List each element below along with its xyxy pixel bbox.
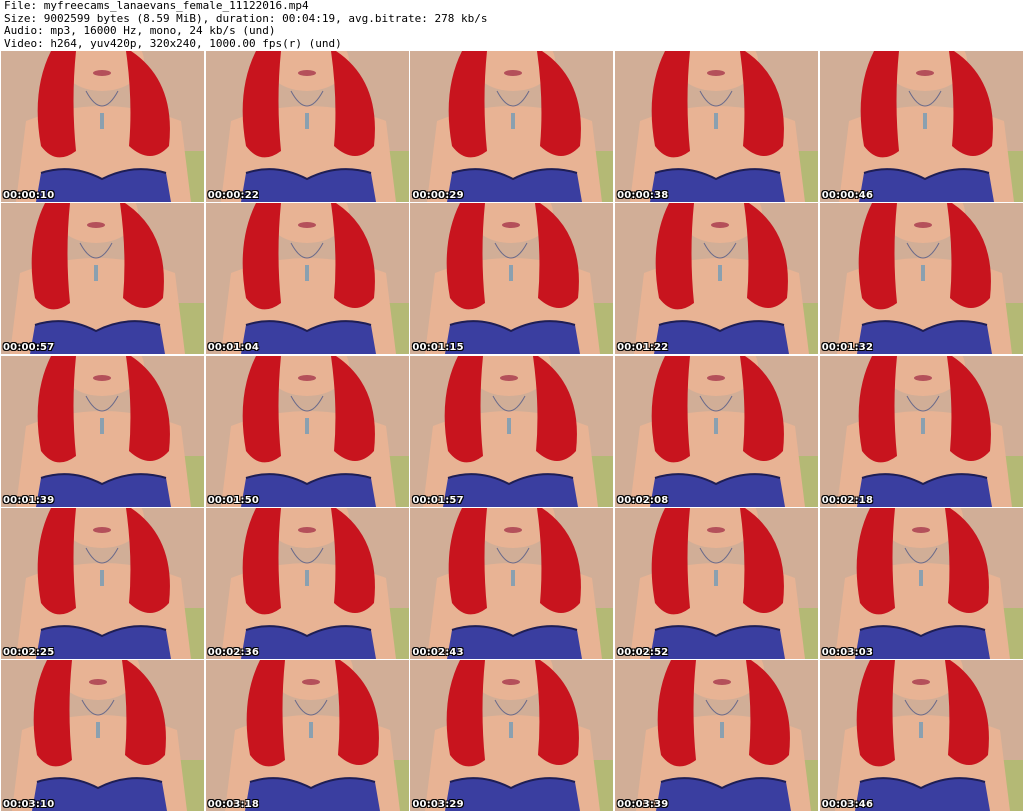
frame-timestamp: 00:00:22 <box>207 190 260 201</box>
frame-timestamp: 00:03:18 <box>207 799 260 810</box>
frame-image <box>1 203 204 355</box>
video-frame-thumbnail: 00:02:25 <box>1 507 204 659</box>
frame-timestamp: 00:03:46 <box>821 799 874 810</box>
frame-timestamp: 00:02:43 <box>412 646 464 658</box>
video-frame-thumbnail: 00:02:36 <box>205 507 409 659</box>
frame-image <box>819 507 1023 659</box>
frame-image <box>410 51 614 202</box>
video-info-line: Video: h264, yuv420p, 320x240, 1000.00 f… <box>4 36 342 50</box>
frame-image <box>819 51 1023 202</box>
audio-info-line: Audio: mp3, 16000 Hz, mono, 24 kb/s (und… <box>4 24 276 37</box>
frame-image <box>410 355 614 507</box>
frame-timestamp: 00:01:04 <box>207 342 260 354</box>
video-frame-thumbnail: 00:01:39 <box>1 355 204 507</box>
frame-image <box>410 203 614 355</box>
thumbnail-grid: 00:00:10 00:00:22 00:00:29 00:00:38 00:00:46… <box>1 51 1023 811</box>
video-frame-thumbnail: 00:03:18 <box>205 660 409 811</box>
frame-image <box>819 355 1023 507</box>
frame-timestamp: 00:02:36 <box>207 646 260 658</box>
video-frame-thumbnail: 00:03:29 <box>410 660 614 811</box>
frame-timestamp: 00:01:57 <box>412 494 464 506</box>
video-frame-thumbnail: 00:01:15 <box>410 203 614 355</box>
frame-timestamp: 00:03:29 <box>412 799 464 810</box>
frame-timestamp: 00:00:46 <box>821 190 874 201</box>
frame-image <box>615 507 819 659</box>
frame-image <box>205 355 409 507</box>
video-frame-thumbnail: 00:03:46 <box>819 660 1023 811</box>
frame-image <box>1 51 204 202</box>
video-frame-thumbnail: 00:03:39 <box>615 660 819 811</box>
video-frame-thumbnail: 00:02:18 <box>819 355 1023 507</box>
frame-timestamp: 00:02:52 <box>617 646 669 658</box>
frame-timestamp: 00:01:22 <box>617 342 669 354</box>
video-frame-thumbnail: 00:00:46 <box>819 51 1023 202</box>
frame-image <box>615 355 819 507</box>
frame-timestamp: 00:01:32 <box>821 342 874 354</box>
frame-image <box>410 507 614 659</box>
frame-timestamp: 00:01:50 <box>207 494 260 506</box>
frame-image <box>1 660 204 811</box>
frame-timestamp: 00:03:03 <box>821 646 874 658</box>
video-frame-thumbnail: 00:00:29 <box>410 51 614 202</box>
frame-timestamp: 00:01:39 <box>3 494 55 506</box>
frame-image <box>1 507 204 659</box>
frame-image <box>410 660 614 811</box>
frame-timestamp: 00:00:29 <box>412 190 464 201</box>
frame-timestamp: 00:03:10 <box>3 799 55 810</box>
frame-image <box>819 660 1023 811</box>
video-frame-thumbnail: 00:00:57 <box>1 203 204 355</box>
frame-image <box>205 507 409 659</box>
video-frame-thumbnail: 00:00:22 <box>205 51 409 202</box>
frame-timestamp: 00:02:18 <box>821 494 874 506</box>
frame-timestamp: 00:01:15 <box>412 342 464 354</box>
frame-image <box>205 51 409 202</box>
video-frame-thumbnail: 00:02:43 <box>410 507 614 659</box>
frame-image <box>819 203 1023 355</box>
video-frame-thumbnail: 00:01:22 <box>615 203 819 355</box>
frame-image <box>615 660 819 811</box>
frame-timestamp: 00:02:08 <box>617 494 669 506</box>
frame-timestamp: 00:00:38 <box>617 190 669 201</box>
video-frame-thumbnail: 00:01:04 <box>205 203 409 355</box>
video-frame-thumbnail: 00:02:08 <box>615 355 819 507</box>
video-frame-thumbnail: 00:00:38 <box>615 51 819 202</box>
file-info-header: File: myfreecams_lanaevans_female_111220… <box>4 0 1020 50</box>
frame-timestamp: 00:03:39 <box>617 799 669 810</box>
frame-image <box>1 355 204 507</box>
frame-image <box>615 203 819 355</box>
video-frame-thumbnail: 00:01:32 <box>819 203 1023 355</box>
frame-timestamp: 00:02:25 <box>3 646 55 658</box>
frame-timestamp: 00:00:10 <box>3 190 55 201</box>
video-frame-thumbnail: 00:01:57 <box>410 355 614 507</box>
video-frame-thumbnail: 00:03:10 <box>1 660 204 811</box>
frame-image <box>205 660 409 811</box>
frame-image <box>205 203 409 355</box>
video-frame-thumbnail: 00:02:52 <box>615 507 819 659</box>
video-frame-thumbnail: 00:01:50 <box>205 355 409 507</box>
video-frame-thumbnail: 00:00:10 <box>1 51 204 202</box>
video-frame-thumbnail: 00:03:03 <box>819 507 1023 659</box>
frame-timestamp: 00:00:57 <box>3 342 55 354</box>
file-name-line: File: myfreecams_lanaevans_female_111220… <box>4 0 309 12</box>
frame-image <box>615 51 819 202</box>
